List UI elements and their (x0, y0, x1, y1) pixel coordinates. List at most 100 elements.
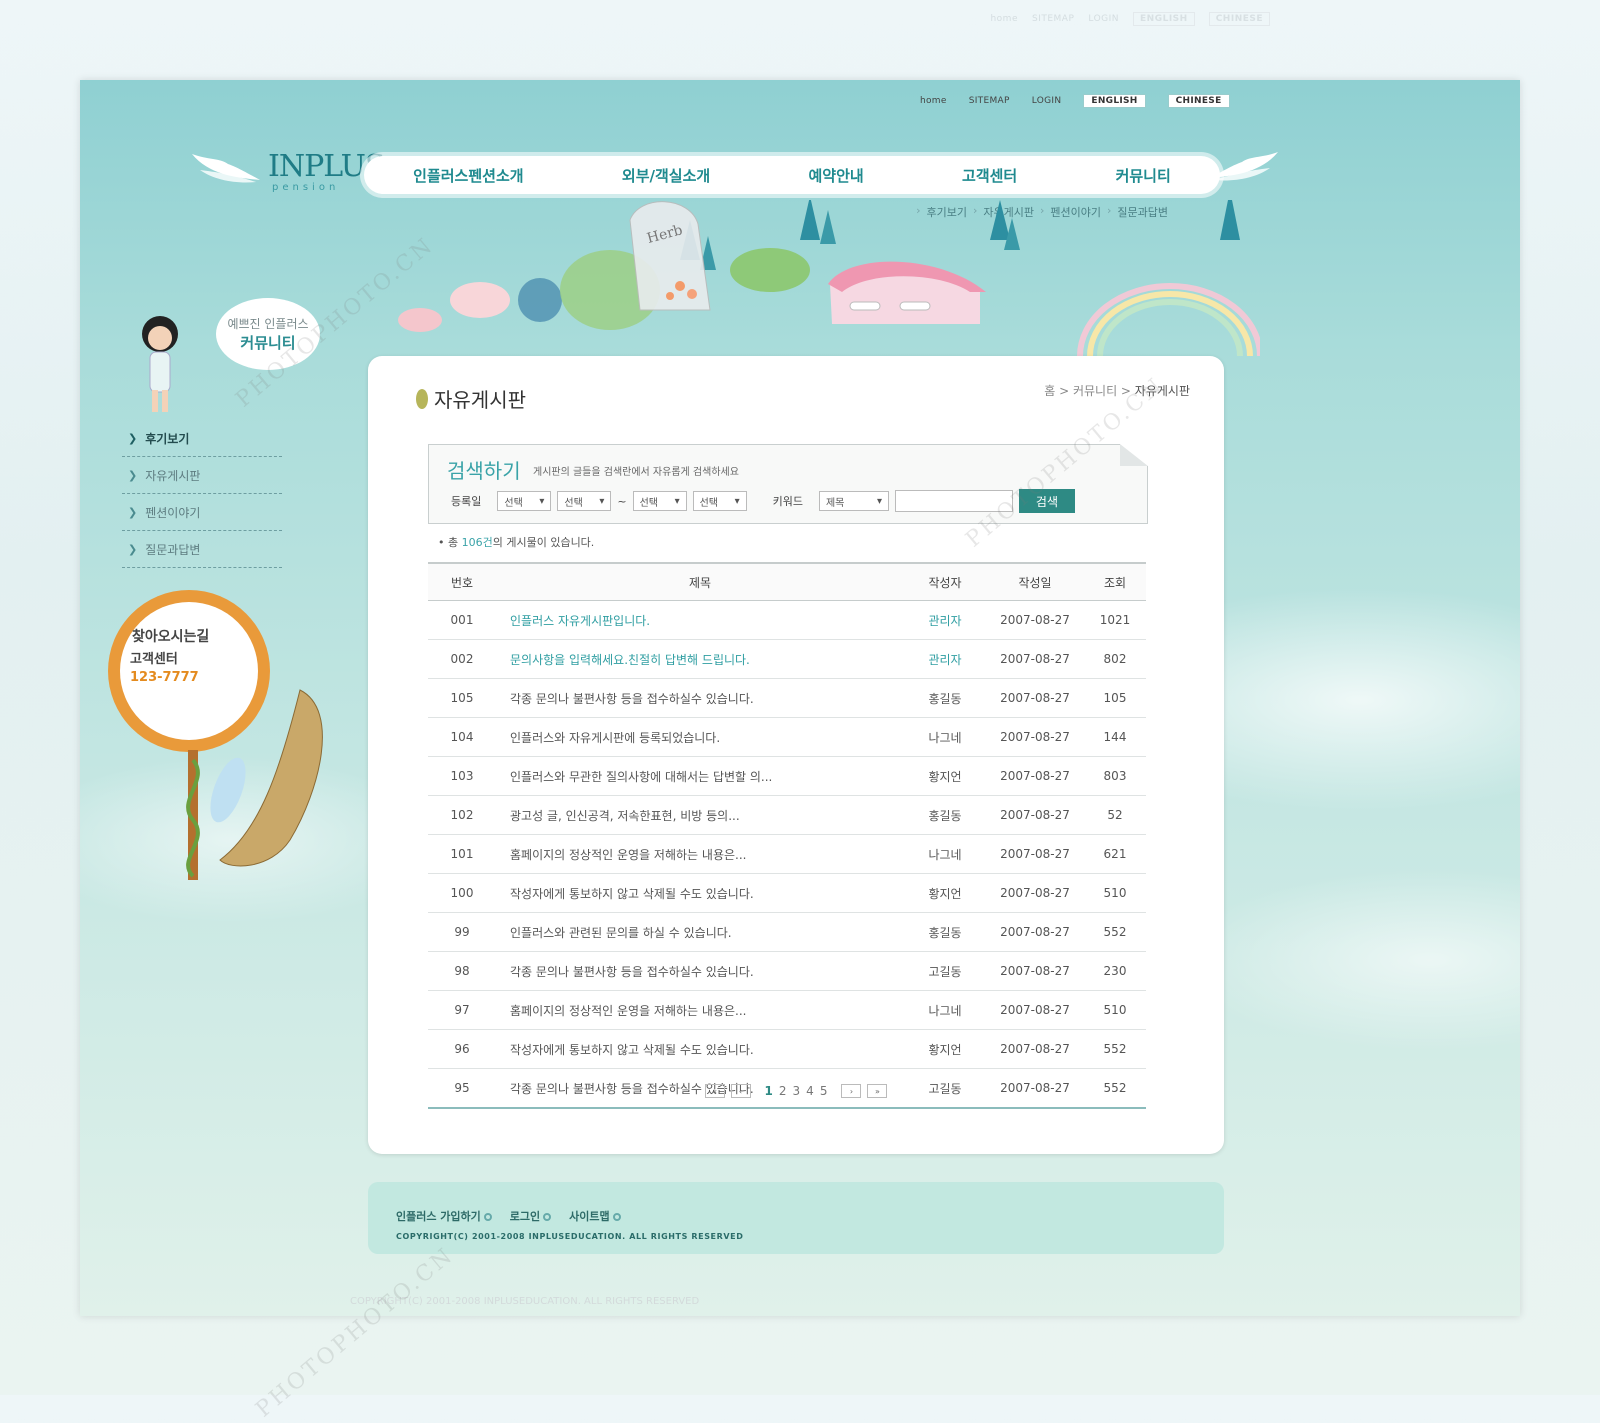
row-title[interactable]: 작성자에게 통보하지 않고 삭제될 수도 있습니다. (496, 873, 904, 913)
page-5-link[interactable]: 5 (820, 1084, 828, 1098)
table-row[interactable]: 101 홈페이지의 정상적인 운영을 저해하는 내용은... 나그네 2007-08-… (428, 834, 1146, 874)
col-date: 작성일 (986, 562, 1084, 601)
row-title[interactable]: 인플러스 자유게시판입니다. (496, 600, 904, 640)
table-row[interactable]: 104 인플러스와 자유게시판에 등록되었습니다. 나그네 2007-08-27 144 (428, 717, 1146, 757)
table-row[interactable]: 100 작성자에게 통보하지 않고 삭제될 수도 있습니다. 황지언 2007-08-… (428, 873, 1146, 913)
english-button[interactable]: ENGLISH (1083, 94, 1146, 108)
chevron-down-icon: ▾ (876, 495, 882, 507)
row-writer: 홍길동 (904, 795, 986, 835)
ghost-chinese: CHINESE (1208, 12, 1270, 26)
row-title[interactable]: 작성자에게 통보하지 않고 삭제될 수도 있습니다. (496, 1029, 904, 1069)
row-views: 105 (1084, 678, 1146, 718)
row-views: 621 (1084, 834, 1146, 874)
table-row[interactable]: 002 문의사항을 입력해세요.친절히 답변해 드립니다. 관리자 2007-08-2… (428, 639, 1146, 679)
row-title[interactable]: 인플러스와 자유게시판에 등록되었습니다. (496, 717, 904, 757)
date-to-select-1[interactable]: 선택 ▾ (632, 491, 687, 511)
nav-pension-intro[interactable]: 인플러스펜션소개 (413, 165, 523, 186)
row-title[interactable]: 문의사항을 입력해세요.친절히 답변해 드립니다. (496, 639, 904, 679)
row-number: 002 (428, 639, 496, 679)
row-title[interactable]: 각종 문의나 불편사항 등을 접수하실수 있습니다. (496, 678, 904, 718)
row-number: 001 (428, 600, 496, 640)
content-card: 자유게시판 홈 > 커뮤니티 > 자유게시판 검색하기 게시판의 글들을 검색란… (368, 356, 1224, 1154)
page-3-link[interactable]: 3 (793, 1084, 801, 1098)
row-views: 552 (1084, 912, 1146, 952)
footer-sitemap-link[interactable]: 사이트맵 (569, 1208, 621, 1224)
footer-login-link[interactable]: 로그인 (510, 1208, 552, 1224)
row-date: 2007-08-27 (986, 912, 1084, 952)
home-link[interactable]: home (920, 96, 947, 106)
table-row[interactable]: 97 홈페이지의 정상적인 운영을 저해하는 내용은... 나그네 2007-08-2… (428, 990, 1146, 1030)
next-page-button[interactable]: › (841, 1084, 862, 1098)
last-page-button[interactable]: » (867, 1084, 888, 1098)
row-date: 2007-08-27 (986, 990, 1084, 1030)
nav-rooms[interactable]: 외부/객실소개 (622, 165, 710, 186)
chevron-down-icon: ▾ (599, 495, 605, 507)
row-views: 803 (1084, 756, 1146, 796)
row-date: 2007-08-27 (986, 600, 1084, 640)
page-1-link[interactable]: 1 (765, 1084, 773, 1098)
avatar (142, 316, 178, 412)
nav-community[interactable]: 커뮤니티 (1116, 165, 1171, 186)
first-page-button[interactable]: « (704, 1084, 725, 1098)
left-wing-icon (192, 154, 260, 183)
page-2-link[interactable]: 2 (779, 1084, 787, 1098)
footer-join-link[interactable]: 인플러스 가입하기 (396, 1208, 492, 1224)
row-number: 103 (428, 756, 496, 796)
row-title[interactable]: 각종 문의나 불편사항 등을 접수하실수 있습니다. (496, 951, 904, 991)
row-writer: 나그네 (904, 834, 986, 874)
prev-page-button[interactable]: ‹ (730, 1084, 751, 1098)
row-writer: 고길동 (904, 951, 986, 991)
row-title[interactable]: 광고성 글, 인신공격, 저속한표현, 비방 등의... (496, 795, 904, 835)
row-views: 802 (1084, 639, 1146, 679)
sign-directions: 찾아오시는길 (132, 629, 210, 645)
copyright: COPYRIGHT(C) 2001-2008 INPLUSEDUCATION. … (396, 1232, 744, 1241)
row-views: 52 (1084, 795, 1146, 835)
chevron-right-icon: ❯ (128, 468, 138, 482)
nav-reservation[interactable]: 예약안내 (809, 165, 864, 186)
row-writer: 황지언 (904, 873, 986, 913)
footer: 인플러스 가입하기 로그인 사이트맵 COPYRIGHT(C) 2001-200… (368, 1182, 1224, 1254)
row-number: 104 (428, 717, 496, 757)
table-row[interactable]: 103 인플러스와 무관한 질의사항에 대해서는 답변할 의... 황지언 2007-… (428, 756, 1146, 796)
ghost-login: LOGIN (1088, 14, 1120, 24)
bubble-line1: 예쁘진 인플러스 (227, 317, 309, 331)
sidebar-item-qna[interactable]: ❯ 질문과답변 (122, 531, 282, 568)
date-from-select-2[interactable]: 선택 ▾ (557, 491, 612, 511)
row-title[interactable]: 홈페이지의 정상적인 운영을 저해하는 내용은... (496, 990, 904, 1030)
row-views: 510 (1084, 990, 1146, 1030)
row-title[interactable]: 인플러스와 관련된 문의를 하실 수 있습니다. (496, 912, 904, 952)
sidebar-item-pension-story[interactable]: ❯ 펜션이야기 (122, 494, 282, 531)
circle-icon (483, 1213, 492, 1221)
sidebar-item-label: 후기보기 (145, 431, 190, 446)
sidebar-item-free-board[interactable]: ❯ 자유게시판 (122, 457, 282, 494)
table-row[interactable]: 99 인플러스와 관련된 문의를 하실 수 있습니다. 홍길동 2007-08-27 5… (428, 912, 1146, 952)
main-nav: 인플러스펜션소개 외부/객실소개 예약안내 고객센터 커뮤니티 (364, 156, 1220, 194)
search-description: 게시판의 글들을 검색란에서 자유롭게 검색하세요 (533, 467, 739, 478)
row-number: 99 (428, 912, 496, 952)
nav-customer-center[interactable]: 고객센터 (962, 165, 1017, 186)
row-number: 98 (428, 951, 496, 991)
sidebar-item-reviews[interactable]: ❯ 후기보기 (122, 420, 282, 457)
row-writer: 관리자 (904, 639, 986, 679)
table-row[interactable]: 001 인플러스 자유게시판입니다. 관리자 2007-08-27 1021 (428, 600, 1146, 640)
chinese-button[interactable]: CHINESE (1167, 94, 1230, 108)
keyword-field-select[interactable]: 제목 ▾ (818, 491, 889, 511)
ghost-sitemap: SITEMAP (1031, 14, 1075, 24)
table-row[interactable]: 96 작성자에게 통보하지 않고 삭제될 수도 있습니다. 황지언 2007-08-2… (428, 1029, 1146, 1069)
table-row[interactable]: 105 각종 문의나 불편사항 등을 접수하실수 있습니다. 홍길동 2007-08-… (428, 678, 1146, 718)
row-number: 101 (428, 834, 496, 874)
search-title: 검색하기 (447, 459, 521, 483)
row-views: 230 (1084, 951, 1146, 991)
page-4-link[interactable]: 4 (806, 1084, 814, 1098)
table-row[interactable]: 102 광고성 글, 인신공격, 저속한표현, 비방 등의... 홍길동 2007-0… (428, 795, 1146, 835)
row-title[interactable]: 인플러스와 무관한 질의사항에 대해서는 답변할 의... (496, 756, 904, 796)
row-title[interactable]: 홈페이지의 정상적인 운영을 저해하는 내용은... (496, 834, 904, 874)
leaf-icon (416, 388, 428, 409)
table-row[interactable]: 98 각종 문의나 불편사항 등을 접수하실수 있습니다. 고길동 2007-08-2… (428, 951, 1146, 991)
date-label: 등록일 (451, 495, 482, 508)
circle-icon (612, 1213, 621, 1221)
sitemap-link[interactable]: SITEMAP (969, 96, 1010, 106)
date-to-select-2[interactable]: 선택 ▾ (692, 491, 747, 511)
login-link[interactable]: LOGIN (1032, 96, 1062, 106)
date-from-select-1[interactable]: 선택 ▾ (497, 491, 552, 511)
